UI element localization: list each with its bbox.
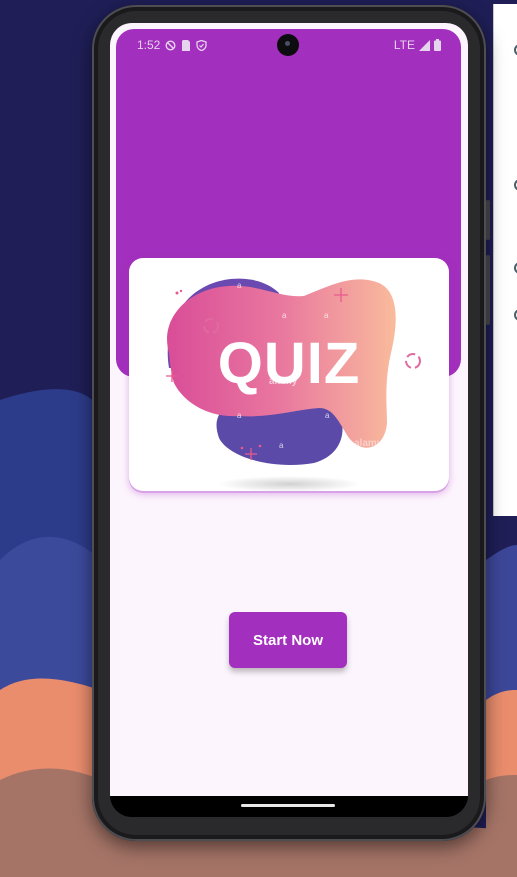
- battery-icon: [434, 39, 441, 51]
- svg-text:a: a: [325, 411, 330, 420]
- volume-button: [486, 255, 490, 325]
- watermark-text: alamy: [354, 438, 383, 449]
- svg-text:a: a: [237, 411, 242, 420]
- do-not-disturb-icon: [165, 39, 176, 51]
- phone-screen: 1:52 LTE a a a a a a alamy alamy QUIZ St…: [110, 23, 468, 817]
- quiz-image-card: aa aa aa alamy alamy QUIZ: [129, 258, 449, 491]
- network-type-label: LTE: [393, 38, 415, 52]
- sim-card-icon: [182, 39, 191, 51]
- side-panel-window: [493, 4, 517, 516]
- svg-text:a: a: [279, 441, 284, 450]
- home-gesture-handle[interactable]: [241, 804, 335, 807]
- shield-icon: [196, 39, 208, 51]
- status-time: 1:52: [137, 38, 161, 52]
- power-button: [486, 200, 490, 240]
- svg-text:a: a: [282, 311, 287, 320]
- navigation-bar: [110, 796, 468, 817]
- svg-text:a: a: [237, 281, 242, 290]
- front-camera: [277, 34, 299, 56]
- signal-icon: [419, 39, 430, 51]
- start-now-button[interactable]: Start Now: [229, 612, 347, 668]
- quiz-title: QUIZ: [218, 331, 361, 396]
- svg-text:a: a: [324, 311, 329, 320]
- quiz-illustration: aa aa aa alamy alamy QUIZ: [166, 278, 421, 491]
